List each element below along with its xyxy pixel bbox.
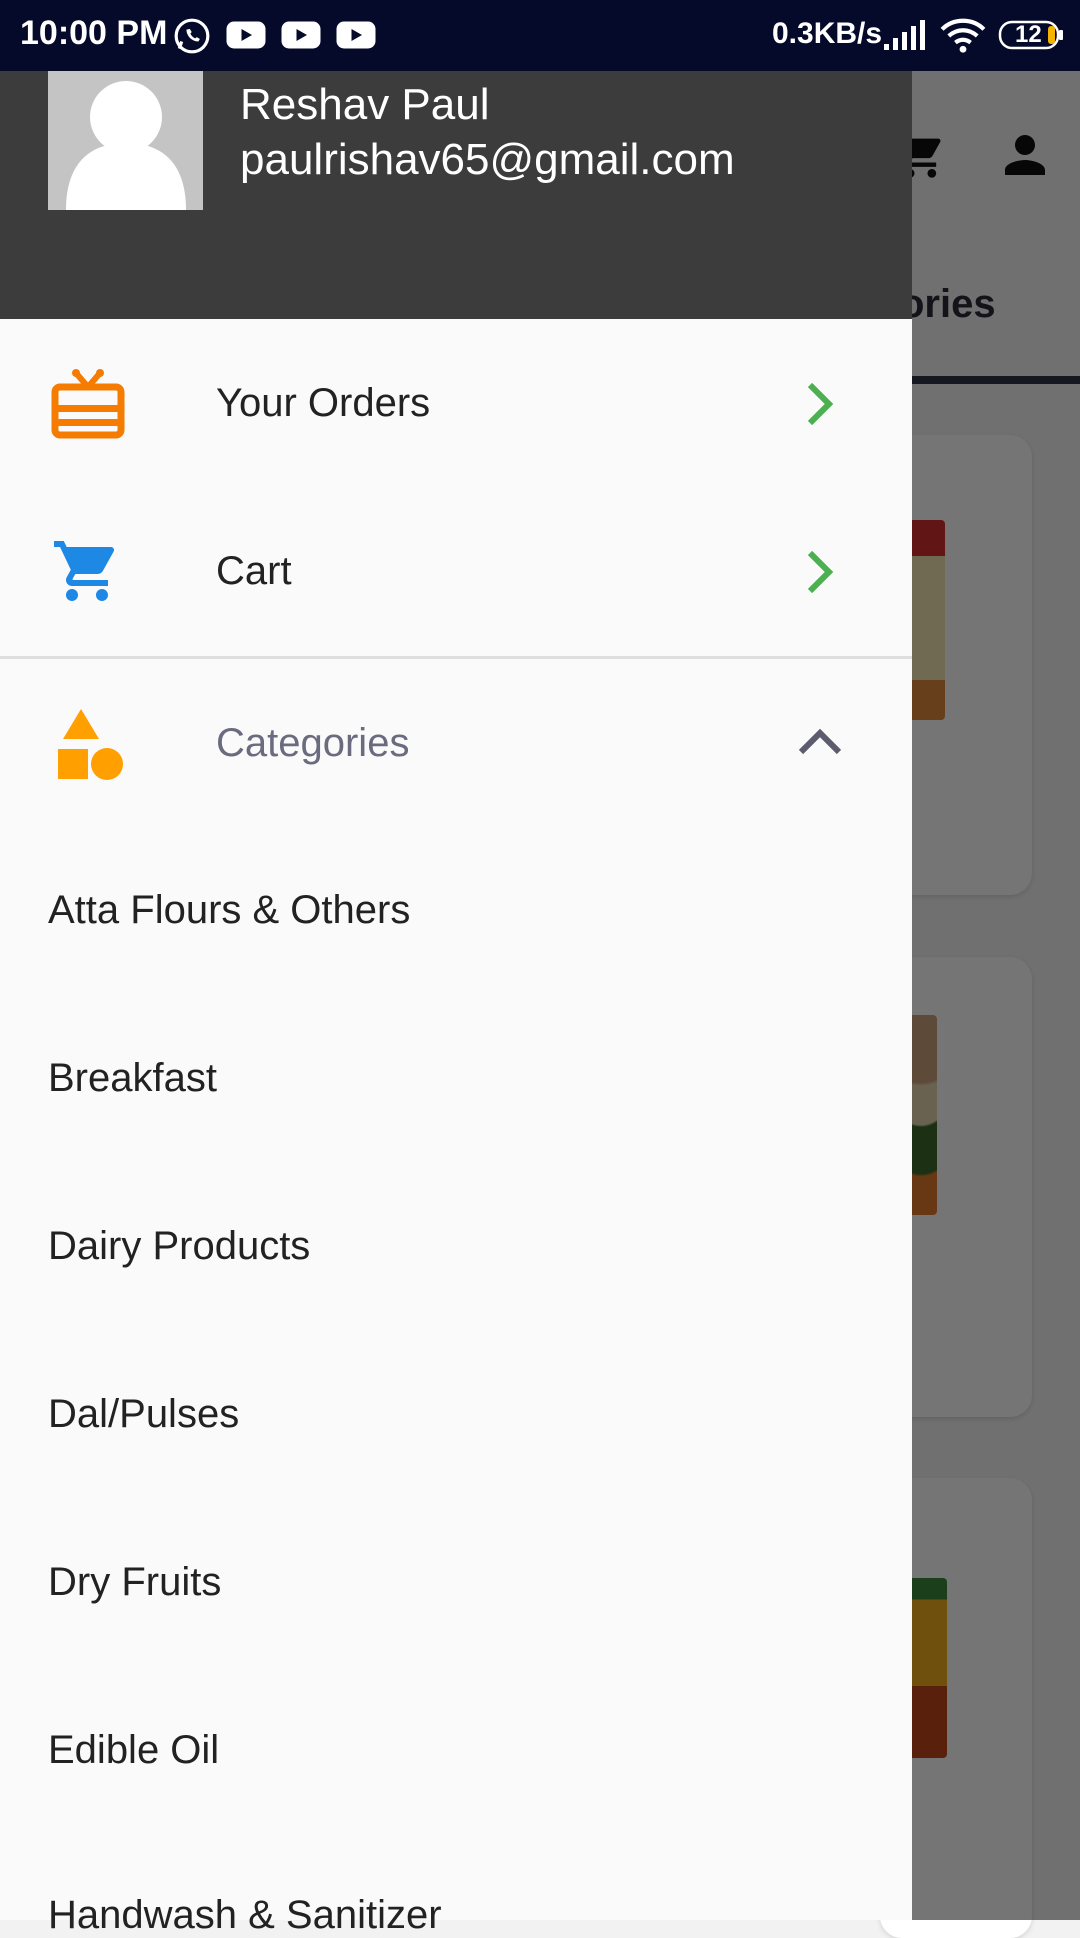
- avatar[interactable]: [48, 55, 203, 210]
- youtube-icon: [226, 21, 266, 49]
- whatsapp-icon: [174, 18, 210, 54]
- user-email: paulrishav65@gmail.com: [240, 135, 735, 184]
- youtube-icon: [336, 21, 376, 49]
- status-time: 10:00 PM: [20, 14, 168, 52]
- chevron-right-icon: [807, 550, 834, 594]
- person-placeholder-icon: [66, 81, 186, 210]
- chevron-right-icon: [807, 382, 834, 426]
- user-name: Reshav Paul: [240, 80, 490, 129]
- network-speed: 0.3KB/s: [772, 17, 883, 50]
- battery-level: 12: [1015, 21, 1042, 48]
- category-item[interactable]: Edible Oil: [48, 1728, 219, 1773]
- category-item[interactable]: Breakfast: [48, 1056, 217, 1101]
- navigation-drawer: Reshav Paul paulrishav65@gmail.com Your …: [0, 0, 912, 1937]
- menu-item-cart[interactable]: Cart: [0, 487, 912, 655]
- menu-item-label: Cart: [216, 549, 292, 593]
- youtube-icon: [281, 21, 321, 49]
- category-item[interactable]: Dry Fruits: [48, 1560, 221, 1605]
- cart-icon: [54, 541, 115, 601]
- menu-item-label: Your Orders: [216, 381, 431, 425]
- categories-label: Categories: [216, 721, 410, 765]
- categories-toggle[interactable]: Categories: [0, 659, 912, 827]
- wifi-icon: [940, 18, 986, 53]
- category-item[interactable]: Dairy Products: [48, 1224, 310, 1269]
- category-item[interactable]: Dal/Pulses: [48, 1392, 239, 1437]
- signal-icon: [884, 20, 925, 50]
- chevron-up-icon: [798, 728, 842, 755]
- category-item[interactable]: Handwash & Sanitizer: [48, 1893, 442, 1938]
- gift-box-icon: [51, 369, 125, 439]
- shapes-icon: [58, 709, 123, 780]
- status-bar: 10:00 PM 0.3KB/s 12: [0, 0, 1080, 71]
- menu-item-your-orders[interactable]: Your Orders: [0, 319, 912, 487]
- category-item[interactable]: Atta Flours & Others: [48, 888, 410, 933]
